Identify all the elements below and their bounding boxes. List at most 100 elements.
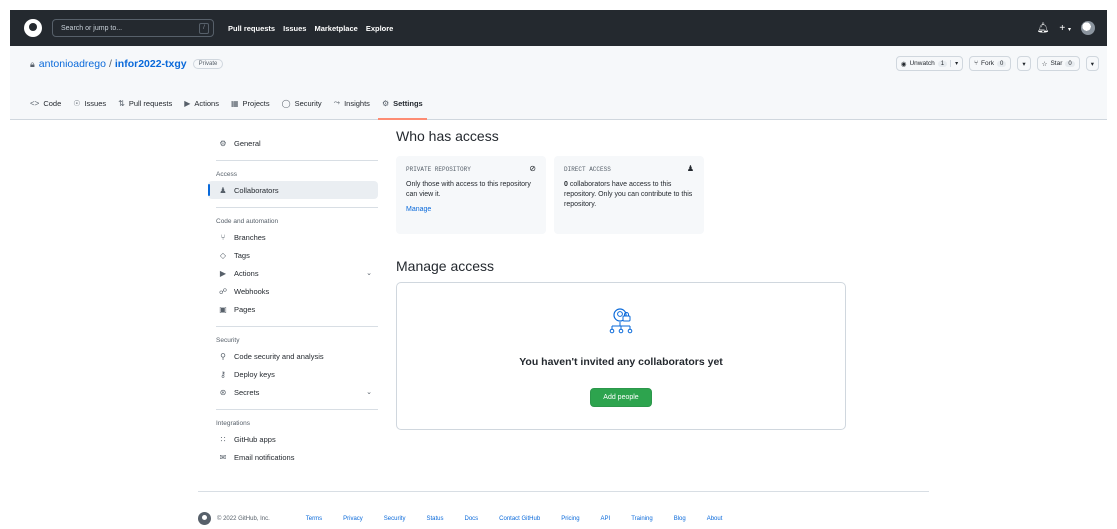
chevron-down-icon[interactable]: ⌄ <box>366 269 372 277</box>
repo-name-link[interactable]: infor2022-txgy <box>115 58 187 70</box>
github-logo-icon[interactable] <box>198 512 211 525</box>
sidebar-item-label: Branches <box>234 232 266 242</box>
footer-link-training[interactable]: Training <box>631 516 652 522</box>
footer-link-contact[interactable]: Contact GitHub <box>499 516 540 522</box>
sidebar-item-deploy-keys[interactable]: ⚷ Deploy keys <box>208 365 378 383</box>
tab-insights[interactable]: ⤳ Insights <box>334 94 370 112</box>
sidebar-item-github-apps[interactable]: ∷ GitHub apps <box>208 430 378 448</box>
play-icon: ▶ <box>184 98 191 108</box>
fork-button[interactable]: ⑂ Fork 0 <box>969 56 1012 71</box>
card-title: DIRECT ACCESS <box>564 166 611 173</box>
chevron-down-icon: ▾ <box>1090 60 1094 68</box>
apps-icon: ∷ <box>220 434 226 444</box>
footer-link-security[interactable]: Security <box>384 516 406 522</box>
bell-icon[interactable]: 🔔︎ <box>1037 23 1050 34</box>
branch-icon: ⑂ <box>220 232 226 242</box>
footer-divider <box>198 491 929 492</box>
star-button[interactable]: ☆ Star 0 <box>1036 56 1080 71</box>
tab-projects[interactable]: ▦ Projects <box>231 94 270 112</box>
sidebar-item-actions[interactable]: ▶ Actions ⌄ <box>208 264 378 282</box>
star-label: Star <box>1050 60 1063 67</box>
tab-pull-requests[interactable]: ⇅ Pull requests <box>118 94 172 112</box>
sidebar-heading-access: Access <box>216 171 237 178</box>
footer-links: Terms Privacy Security Status Docs Conta… <box>306 516 723 522</box>
footer-link-blog[interactable]: Blog <box>674 516 686 522</box>
sidebar-item-code-security[interactable]: ⚲ Code security and analysis <box>208 347 378 365</box>
tag-icon: ◇ <box>219 250 227 260</box>
tab-settings[interactable]: ⚙ Settings <box>377 94 427 120</box>
visibility-badge: Private <box>192 59 224 69</box>
browser-icon: ▣ <box>219 304 227 314</box>
webhook-icon: ☍ <box>218 286 228 296</box>
sidebar-item-label: Secrets <box>234 387 260 397</box>
private-repository-card: PRIVATE REPOSITORY ⊘ Only those with acc… <box>396 156 546 234</box>
tab-label: Issues <box>84 98 107 108</box>
main-content: Who has access PRIVATE REPOSITORY ⊘ Only… <box>396 128 846 430</box>
tab-label: Actions <box>194 98 219 108</box>
sidebar-item-webhooks[interactable]: ☍ Webhooks <box>208 282 378 300</box>
header-actions: 🔔︎ + ▾ <box>1037 21 1095 35</box>
nav-pull-requests[interactable]: Pull requests <box>228 24 275 33</box>
fork-dropdown-button[interactable]: ▾ <box>1017 56 1031 71</box>
nav-marketplace[interactable]: Marketplace <box>314 24 357 33</box>
eye-icon: ◉ <box>900 60 907 68</box>
star-icon: ☆ <box>1041 60 1048 68</box>
star-count: 0 <box>1065 60 1075 67</box>
fork-icon: ⑂ <box>974 60 979 67</box>
footer-link-docs[interactable]: Docs <box>465 516 479 522</box>
sidebar-item-secrets[interactable]: ⊛ Secrets ⌄ <box>208 383 378 401</box>
repo-actions: ◉ Unwatch 1 ▾ ⑂ Fork 0 ▾ ☆ Star 0 ▾ <box>895 56 1099 71</box>
manage-link[interactable]: Manage <box>406 206 536 213</box>
tab-actions[interactable]: ▶ Actions <box>184 94 219 112</box>
key-icon: ⚷ <box>220 369 226 379</box>
add-people-button[interactable]: Add people <box>590 388 652 407</box>
chevron-down-icon[interactable]: ▾ <box>950 60 958 67</box>
global-header: Search or jump to... / Pull requests Iss… <box>10 10 1107 46</box>
footer-link-status[interactable]: Status <box>426 516 443 522</box>
nav-explore[interactable]: Explore <box>366 24 394 33</box>
pull-request-icon: ⇅ <box>118 98 125 108</box>
tab-label: Settings <box>393 98 423 108</box>
footer-link-terms[interactable]: Terms <box>306 516 322 522</box>
direct-access-card: DIRECT ACCESS ♟ 0 collaborators have acc… <box>554 156 704 234</box>
sidebar-item-label: Pages <box>234 304 256 314</box>
sidebar-divider <box>216 160 378 161</box>
star-dropdown-button[interactable]: ▾ <box>1085 56 1099 71</box>
search-input[interactable]: Search or jump to... / <box>52 19 214 37</box>
chevron-down-icon[interactable]: ⌄ <box>366 388 372 396</box>
avatar[interactable] <box>1081 21 1095 35</box>
unwatch-label: Unwatch <box>909 60 935 67</box>
people-icon: ♟ <box>219 185 227 195</box>
tab-code[interactable]: <> Code <box>30 94 61 112</box>
code-icon: <> <box>30 98 40 108</box>
sidebar-item-collaborators[interactable]: ♟ Collaborators <box>208 181 378 199</box>
tab-security[interactable]: ◯ Security <box>282 94 322 112</box>
sidebar-item-general[interactable]: ⚙ General <box>208 134 378 152</box>
unwatch-button[interactable]: ◉ Unwatch 1 ▾ <box>895 56 964 71</box>
people-icon: ♟ <box>686 164 694 173</box>
sidebar-item-tags[interactable]: ◇ Tags <box>208 246 378 264</box>
repo-header: 🔒︎ antonioadrego / infor2022-txgy Privat… <box>10 46 1107 120</box>
tab-issues[interactable]: ☉ Issues <box>73 94 106 112</box>
footer-link-about[interactable]: About <box>707 516 723 522</box>
sidebar-heading-code-automation: Code and automation <box>216 218 279 225</box>
sidebar-divider <box>216 207 378 208</box>
issue-icon: ☉ <box>73 98 81 108</box>
search-shortcut-key: / <box>199 22 209 34</box>
sidebar-item-label: GitHub apps <box>234 434 276 444</box>
asterisk-box-icon: ⊛ <box>219 387 227 397</box>
footer-link-privacy[interactable]: Privacy <box>343 516 363 522</box>
repo-owner-link[interactable]: antonioadrego <box>39 58 106 70</box>
github-logo-icon[interactable] <box>24 19 42 37</box>
footer-link-pricing[interactable]: Pricing <box>561 516 579 522</box>
sidebar-item-pages[interactable]: ▣ Pages <box>208 300 378 318</box>
tab-label: Security <box>294 98 322 108</box>
sidebar-item-branches[interactable]: ⑂ Branches <box>208 228 378 246</box>
global-nav: Pull requests Issues Marketplace Explore <box>228 24 393 33</box>
footer-link-api[interactable]: API <box>601 516 611 522</box>
sidebar-item-email-notifications[interactable]: ✉ Email notifications <box>208 448 378 466</box>
gear-icon: ⚙ <box>219 138 227 148</box>
settings-sidebar: ⚙ General Access ♟ Collaborators Code and … <box>208 134 378 466</box>
nav-issues[interactable]: Issues <box>283 24 306 33</box>
create-new-plus-icon[interactable]: + ▾ <box>1059 23 1071 34</box>
